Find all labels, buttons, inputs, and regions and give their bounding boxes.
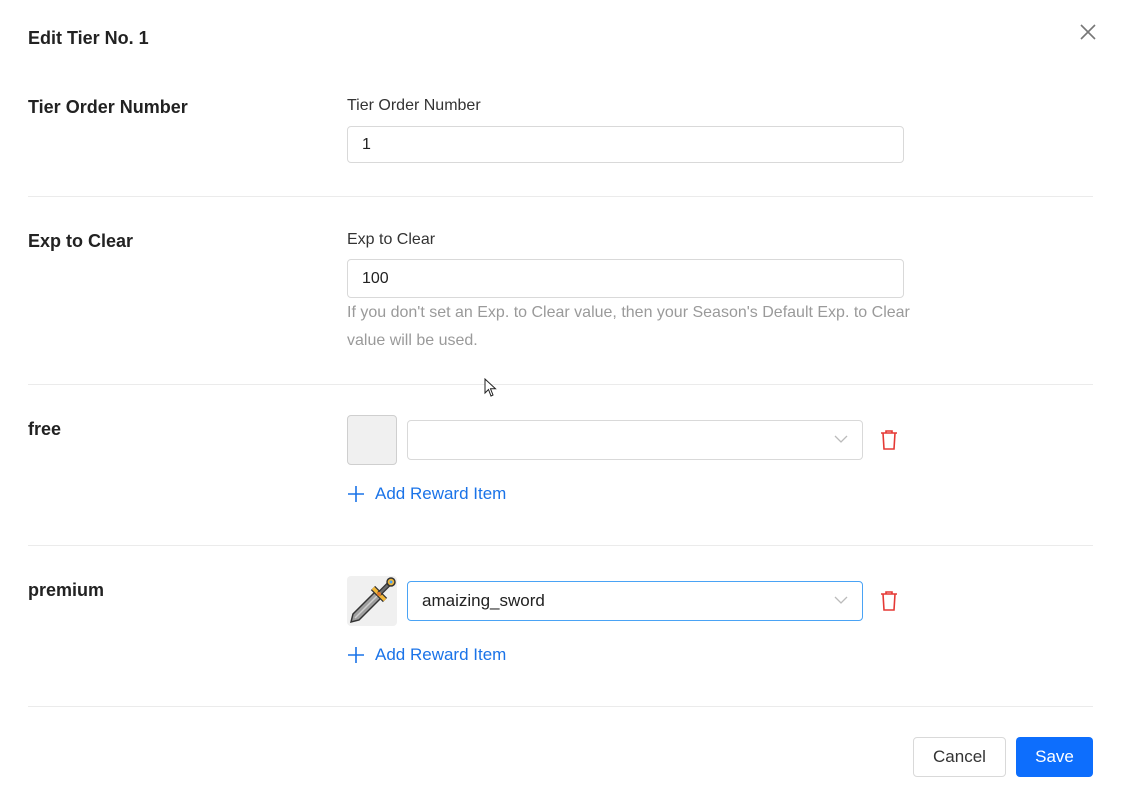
premium-reward-select-value: amaizing_sword (422, 591, 545, 610)
divider (28, 706, 1093, 707)
mouse-cursor-icon (484, 378, 497, 397)
save-button[interactable]: Save (1016, 737, 1093, 777)
divider (28, 384, 1093, 385)
reward-thumbnail-empty (347, 415, 397, 465)
divider (28, 545, 1093, 546)
free-reward-select[interactable] (407, 420, 863, 460)
free-add-reward-item-button[interactable]: Add Reward Item (347, 484, 506, 504)
exp-to-clear-input[interactable]: 100 (347, 259, 904, 298)
cancel-button[interactable]: Cancel (913, 737, 1006, 777)
dialog-title: Edit Tier No. 1 (28, 28, 149, 48)
tier-order-field-label: Tier Order Number (347, 97, 481, 114)
exp-to-clear-row-label: Exp to Clear (28, 231, 134, 251)
exp-to-clear-field-label: Exp to Clear (347, 231, 436, 248)
plus-icon (348, 647, 364, 663)
chevron-down-icon (834, 435, 848, 443)
tier-order-row-label: Tier Order Number (28, 97, 188, 117)
sword-icon (349, 577, 396, 624)
premium-row-label: premium (28, 580, 105, 600)
trash-icon[interactable] (879, 429, 899, 451)
add-reward-item-label: Add Reward Item (375, 484, 507, 503)
reward-thumbnail (347, 576, 397, 626)
tier-order-input[interactable]: 1 (347, 126, 904, 163)
divider (28, 196, 1093, 197)
close-icon[interactable] (1078, 22, 1098, 42)
free-row-label: free (28, 419, 62, 439)
add-reward-item-label: Add Reward Item (375, 645, 507, 664)
chevron-down-icon (834, 596, 848, 604)
trash-icon[interactable] (879, 590, 899, 612)
plus-icon (348, 486, 364, 502)
premium-add-reward-item-button[interactable]: Add Reward Item (347, 645, 506, 665)
exp-to-clear-help-text: If you don't set an Exp. to Clear value,… (347, 304, 910, 349)
premium-reward-select[interactable]: amaizing_sword (407, 581, 863, 621)
